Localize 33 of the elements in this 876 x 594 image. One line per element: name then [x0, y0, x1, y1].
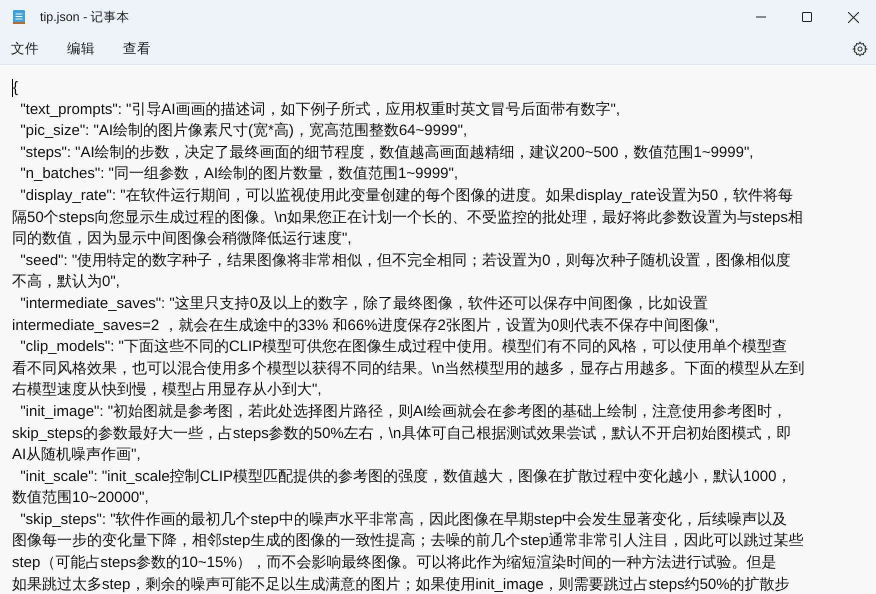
menu-item[interactable]: 查看 [114, 36, 160, 62]
notepad-icon [12, 9, 26, 25]
menu-item[interactable]: 编辑 [58, 36, 104, 62]
text-line: intermediate_saves=2 ，就会在生成途中的33% 和66%进度保存2张图片，设置为0则代表不保存中间图像", [12, 316, 719, 336]
text-line: "init_image": "初始图就是参考图，若此处选择图片路径，则AI绘画就会在参考图的基础上绘制，注意使用参考图时， [19, 402, 788, 422]
text-line: "skip_steps": "软件作画的最初几个step中的噪声水平非常高，因此图像在早期step中会发生显著变化，后续噪声以及 [19, 510, 788, 530]
text-line: AI从随机噪声作画", [12, 445, 141, 466]
text-line: "seed": "使用特定的数字种子，结果图像将非常相似，但不完全相同；若设置为0，则每次种子随机设置，图像相似度 [19, 250, 791, 271]
text-line: step（可能占steps参数的10~15%），而不会影响最终图像。可以将此作为缩短渲染时间的一种方法进行试验。但是 [12, 553, 777, 574]
text-line: "display_rate": "在软件运行期间，可以监视使用此变量创建的每个图像的进度。如果display_rate设置为50，软件将每 [19, 186, 794, 206]
text-line: "intermediate_saves": "这里只支持0及以上的数字，除了最终图像，软件还可以保存中间图像，比如设置 [19, 294, 708, 314]
menu-item[interactable]: 文件 [2, 36, 48, 62]
maximize-icon [802, 12, 812, 22]
text-line: "init_scale": "init_scale控制CLIP模型匹配提供的参考图的强度，数值越大，图像在扩散过程中变化越小，默认1000， [19, 466, 792, 487]
text-line: "n_batches": "同一组参数，AI绘制的图片数量，数值范围1~9999", [19, 164, 458, 184]
close-icon [848, 12, 858, 22]
text-line: 看不同风格效果，也可以混合使用多个模型以获得不同的结果。\n当然模型用的越多，显存占用越多。下面的模型从左到 [12, 358, 805, 379]
text-line: { [13, 78, 18, 98]
text-line: 图像每一步的变化量下降，相邻step生成的图像的一致性提高；去噪的前几个step通常非常引人注目，因此可以跳过某些 [12, 531, 804, 552]
text-line: 隔50个steps向您显示生成过程的图像。\n如果您正在计划一个长的、不受监控的批处理，最好将此参数设置为与steps相 [12, 208, 803, 228]
text-line: skip_steps的参数最好大一些，占steps参数的50%左右，\n具体可自己根据测试效果尝试，默认不开启初始图模式，即 [12, 424, 792, 444]
settings-icon[interactable] [852, 41, 868, 57]
text-line: "pic_size": "AI绘制的图片像素尺寸(宽*高)，宽高范围整数64~9999", [19, 121, 468, 142]
text-line: 不高，默认为0", [12, 272, 120, 292]
text-line: 同的数值，因为显示中间图像会稍微降低运行速度", [12, 229, 352, 250]
text-line: 右模型速度从快到慢，模型占用显存从小到大", [12, 380, 322, 400]
text-line: 数值范围10~20000", [12, 488, 149, 508]
text-caret [12, 78, 13, 97]
text-line: "clip_models": "下面这些不同的CLIP模型可供您在图像生成过程中使用。模型们有不同的风格，可以使用单个模型查 [19, 337, 788, 358]
text-line: "steps": "AI绘制的步数，决定了最终画面的细节程度，数值越高画面越精细，建议200~500，数值范围1~9999", [19, 142, 754, 163]
window-title: tip.json - 记事本 [40, 8, 131, 26]
text-line: "text_prompts": "引导AI画画的描述词，如下例子所式，应用权重时英文冒号后面带有数字", [19, 100, 620, 120]
text-line: 如果跳过太多step，剩余的噪声可能不足以生成满意的图片；如果使用init_image，则需要跳过占steps约50%的扩散步 [12, 574, 790, 594]
